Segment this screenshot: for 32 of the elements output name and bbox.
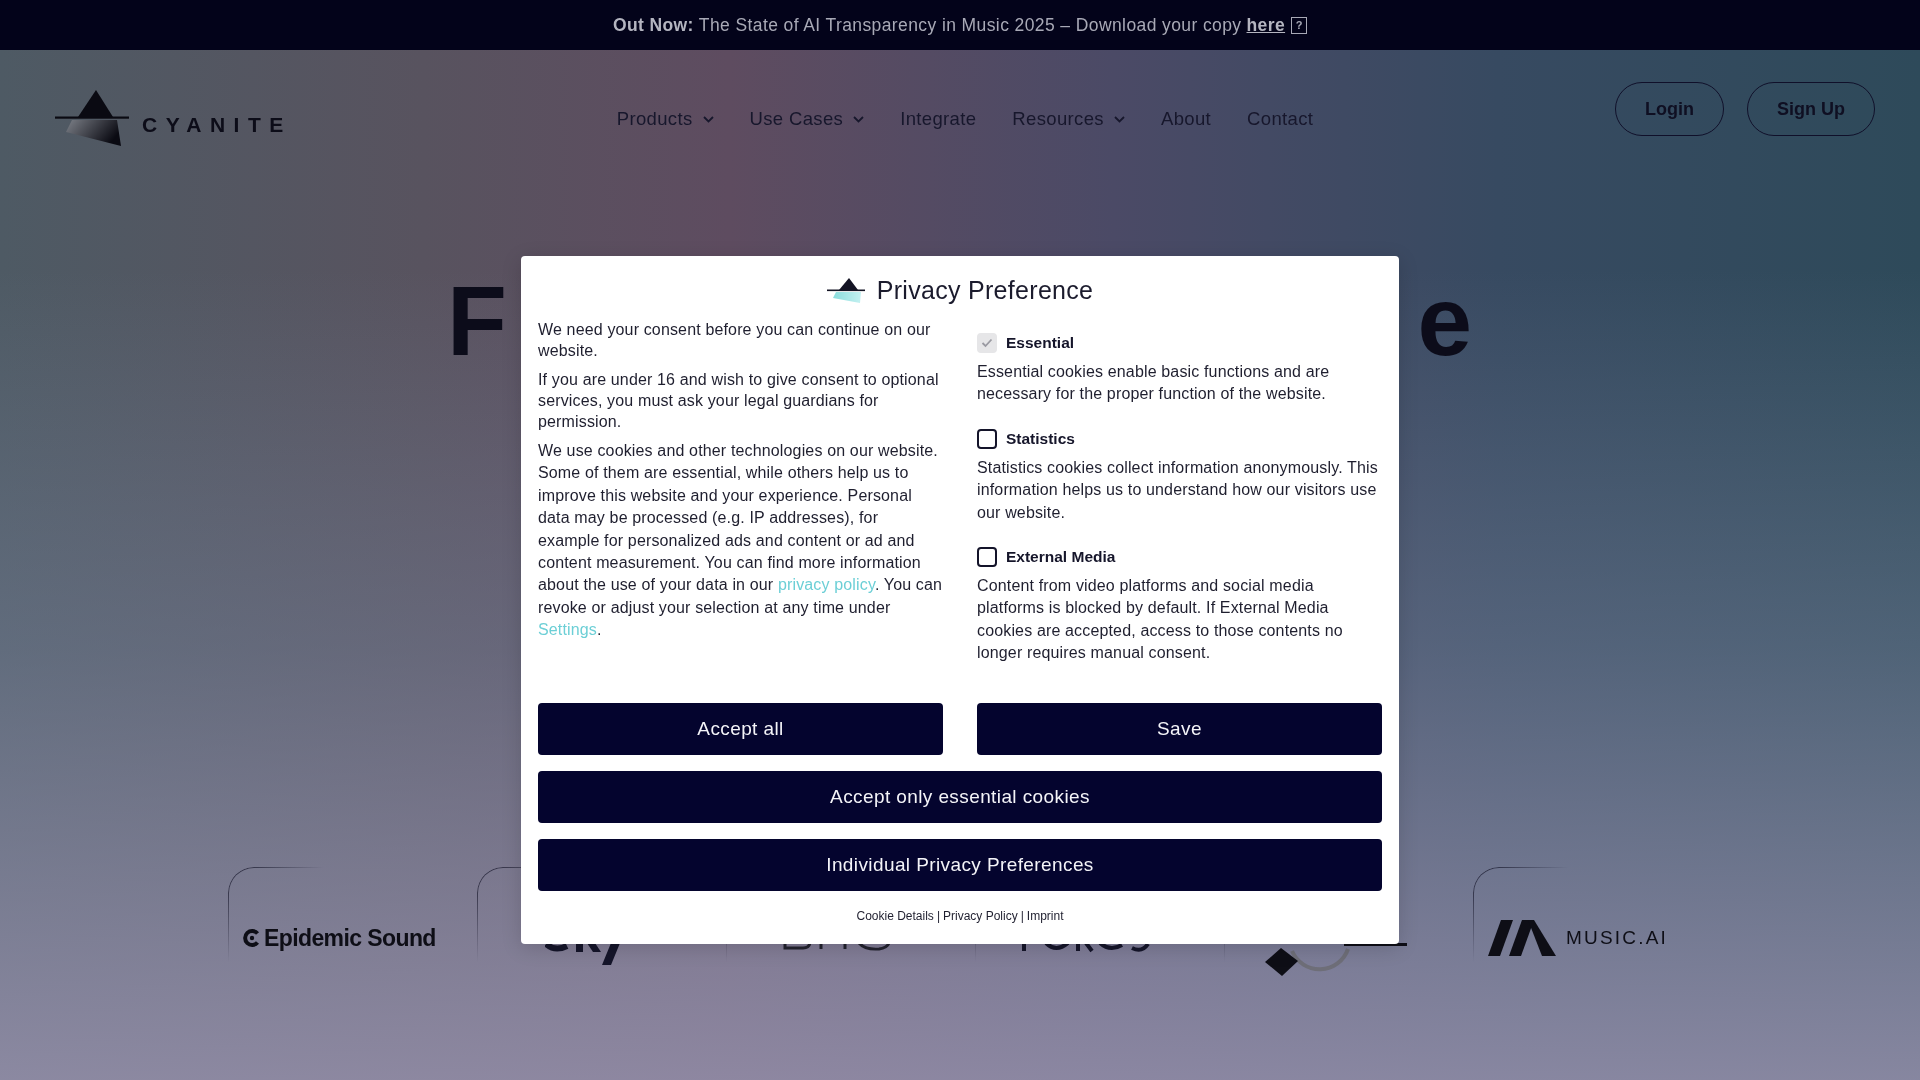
link-separator: |	[1020, 908, 1024, 923]
brand-wordmark: MUSIC.AI	[1566, 927, 1669, 949]
checkmark-icon	[981, 338, 993, 348]
category-description: Statistics cookies collect information anonymously. This information helps us to understand how our visitors use our website.	[977, 457, 1379, 523]
consent-paragraph: We need your consent before you can continue on our website.	[538, 320, 932, 361]
slanted-bars-logo-icon	[1488, 920, 1556, 956]
checkbox-label[interactable]: Statistics	[1006, 429, 1075, 448]
triangle-logo-icon	[55, 90, 129, 146]
footer-link[interactable]: Privacy Policy	[943, 908, 1018, 923]
category-description: Essential cookies enable basic functions and are necessary for the proper function of the website.	[977, 362, 1331, 405]
question-box-icon: ?	[1291, 16, 1308, 34]
checkbox-label[interactable]: External Media	[1006, 548, 1116, 567]
save-button[interactable]: Save	[977, 702, 1382, 755]
triangle-logo-icon	[826, 277, 865, 303]
consent-paragraph: If you are under 16 and wish to give consent to optional services, you must ask your legal guardians for permission.	[538, 370, 940, 432]
checkbox[interactable]	[977, 428, 997, 449]
link-separator: |	[936, 908, 940, 923]
announcement-text: Out Now: The State of AI Transparency in Music 2025 – Download your copy here	[612, 14, 1286, 36]
accept-essential-button[interactable]: Accept only essential cookies	[538, 770, 1382, 823]
brand-wordmark: Epidemic Sound	[264, 924, 436, 952]
privacy-preferences-button[interactable]: Individual Privacy Preferences	[538, 838, 1382, 891]
footer-link[interactable]: Cookie Details	[856, 908, 934, 923]
headline-text: e	[1417, 271, 1472, 371]
accept-all-button[interactable]: Accept all	[538, 702, 943, 755]
open-ring-logo-icon	[243, 928, 260, 948]
category-description: Content from video platforms and social media platforms is blocked by default. If External Media cookies are accepted, access to those contents no longer requires manual consent.	[977, 576, 1344, 664]
checkbox[interactable]	[977, 547, 997, 568]
consent-paragraph: We use cookies and other technologies on our website. Some of them are essential, while others help us to improve this website and your experience. Personal data may be processed (e.g. IP addresses), for example for personalized ads and content or ad and content measurement. You can find more information about the use of your data in our privacy policy. You can revoke or adjust your selection at any time under Settings.	[538, 441, 943, 641]
download-link[interactable]: here	[1246, 14, 1286, 35]
dialog-title: Privacy Preference	[876, 275, 1094, 305]
headline-text: F	[447, 271, 507, 371]
footer-link[interactable]: Imprint	[1026, 908, 1064, 923]
